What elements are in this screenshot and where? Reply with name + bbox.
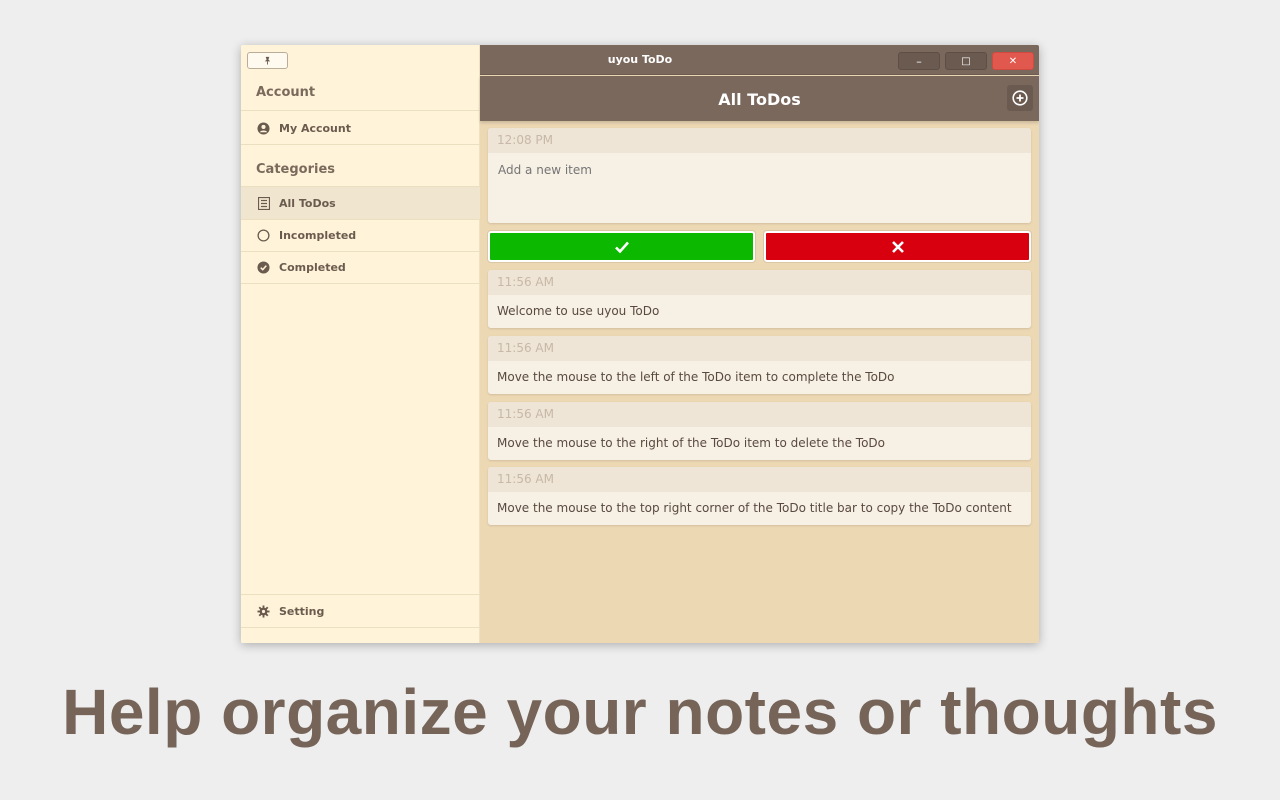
todo-text: Move the mouse to the right of the ToDo … — [497, 436, 886, 450]
todo-time: 11:56 AM — [488, 402, 1031, 427]
sidebar-item-setting[interactable]: Setting — [241, 595, 480, 627]
circle-outline-icon — [257, 228, 270, 242]
gear-icon — [257, 604, 270, 618]
new-todo-time: 12:08 PM — [488, 128, 1031, 153]
app-window: Account My Account Categories All ToDos … — [241, 45, 1039, 643]
maximize-button[interactable]: □ — [945, 52, 987, 70]
categories-section-title: Categories — [256, 162, 336, 177]
page-header: All ToDos — [480, 76, 1039, 121]
cancel-button[interactable] — [764, 231, 1031, 262]
sidebar-item-label: Completed — [279, 260, 346, 274]
sidebar-item-label: All ToDos — [279, 196, 336, 210]
minimize-button[interactable]: – — [898, 52, 940, 70]
main-panel: uyou ToDo – □ ✕ All ToDos 12:08 PM Add a… — [480, 45, 1039, 643]
todo-item[interactable]: 11:56 AM Move the mouse to the right of … — [488, 402, 1031, 460]
sidebar-item-my-account[interactable]: My Account — [241, 112, 480, 144]
todo-text: Welcome to use uyou ToDo — [497, 304, 660, 318]
divider — [241, 283, 480, 284]
window-titlebar[interactable]: uyou ToDo – □ ✕ — [480, 45, 1039, 75]
pin-icon — [264, 56, 271, 65]
check-icon — [614, 241, 629, 253]
sidebar-item-label: Incompleted — [279, 228, 357, 242]
todo-time: 11:56 AM — [488, 467, 1031, 492]
pin-button[interactable] — [247, 52, 288, 69]
tagline: Help organize your notes or thoughts — [62, 676, 1218, 748]
new-todo-input[interactable] — [488, 153, 1031, 223]
window-title: uyou ToDo — [607, 53, 673, 66]
sidebar-item-incompleted[interactable]: Incompleted — [241, 219, 480, 251]
sidebar-item-all-todos[interactable]: All ToDos — [241, 187, 480, 219]
close-icon — [891, 240, 904, 253]
page-title: All ToDos — [718, 90, 801, 109]
account-section-title: Account — [256, 85, 316, 100]
maximize-icon: □ — [961, 55, 971, 67]
todo-item[interactable]: 11:56 AM Move the mouse to the top right… — [488, 467, 1031, 525]
confirm-button[interactable] — [488, 231, 755, 262]
todo-item[interactable]: 11:56 AM Move the mouse to the left of t… — [488, 336, 1031, 394]
close-icon: ✕ — [1008, 55, 1018, 67]
close-button[interactable]: ✕ — [992, 52, 1034, 70]
divider — [241, 627, 480, 628]
plus-circle-icon — [1012, 90, 1028, 106]
user-circle-icon — [257, 121, 270, 135]
todo-text: Move the mouse to the left of the ToDo i… — [497, 370, 895, 384]
todo-time: 11:56 AM — [488, 270, 1031, 295]
sidebar: Account My Account Categories All ToDos … — [241, 45, 480, 643]
list-icon — [257, 196, 270, 210]
todo-item[interactable]: 11:56 AM Welcome to use uyou ToDo — [488, 270, 1031, 328]
new-todo-card: 12:08 PM — [488, 128, 1031, 223]
sidebar-item-label: My Account — [279, 121, 351, 135]
sidebar-item-completed[interactable]: Completed — [241, 251, 480, 283]
todo-time: 11:56 AM — [488, 336, 1031, 361]
sidebar-item-label: Setting — [279, 604, 325, 618]
minimize-icon: – — [916, 54, 922, 68]
todo-text: Move the mouse to the top right corner o… — [497, 501, 1012, 515]
add-todo-button[interactable] — [1007, 85, 1033, 111]
divider — [241, 110, 480, 111]
divider — [241, 144, 480, 145]
check-circle-icon — [257, 260, 270, 274]
